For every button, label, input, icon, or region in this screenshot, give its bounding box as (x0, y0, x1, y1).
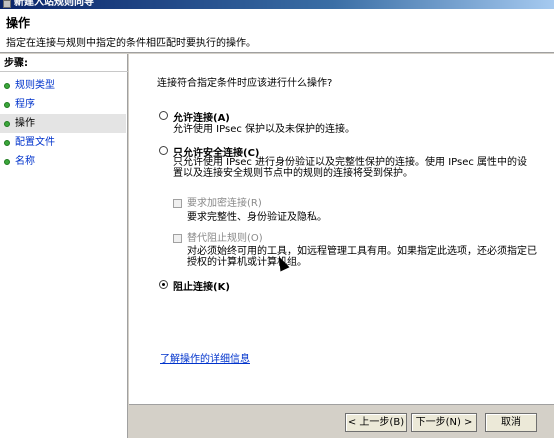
steps-pane: 步骤: 规则类型 程序 操作 配置文件 名称 (0, 54, 128, 438)
require-encryption-label: 要求加密连接(R) (187, 198, 262, 209)
step-label: 规则类型 (15, 80, 55, 91)
button-bar: < 上一步(B) 下一步(N) > 取消 (129, 404, 554, 438)
step-rule-type[interactable]: 规则类型 (0, 76, 126, 95)
step-name[interactable]: 名称 (0, 152, 126, 171)
allow-secure-description-line2: 置以及连接安全规则节点中的规则的连接将受到保护。 (173, 168, 413, 179)
step-program[interactable]: 程序 (0, 95, 126, 114)
block-connection-radio[interactable] (159, 280, 168, 289)
step-profile[interactable]: 配置文件 (0, 133, 126, 152)
main-content: 连接符合指定条件时应该进行什么操作? 允许连接(A) 允许使用 IPsec 保护… (129, 54, 554, 404)
learn-more-link[interactable]: 了解操作的详细信息 (160, 350, 250, 365)
block-connection-label[interactable]: 阻止连接(K) (173, 278, 230, 293)
override-block-description-line1: 对必须始终可用的工具，如远程管理工具有用。如果指定此选项，还必须指定已 (187, 246, 537, 257)
step-label: 名称 (15, 156, 35, 167)
override-block-checkbox[interactable] (173, 234, 182, 243)
cancel-button[interactable]: 取消 (485, 413, 537, 432)
allow-connection-radio[interactable] (159, 111, 168, 120)
back-button[interactable]: < 上一步(B) (345, 413, 407, 432)
wizard-header: 操作 指定在连接与规则中指定的条件相匹配时要执行的操作。 (0, 9, 554, 53)
require-encryption-description: 要求完整性、身份验证及隐私。 (187, 212, 327, 223)
step-bullet-icon (4, 102, 10, 108)
allow-secure-radio[interactable] (159, 146, 168, 155)
step-bullet-icon (4, 140, 10, 146)
steps-heading: 步骤: (0, 56, 128, 72)
action-question: 连接符合指定条件时应该进行什么操作? (157, 78, 333, 89)
step-bullet-icon (4, 159, 10, 165)
title-bar: 新建入站规则向导 (0, 0, 554, 9)
allow-secure-description-line1: 只允许使用 IPsec 进行身份验证以及完整性保护的连接。使用 IPsec 属性… (173, 157, 528, 168)
window-title: 新建入站规则向导 (14, 0, 94, 8)
step-label: 操作 (15, 118, 35, 129)
step-label: 程序 (15, 99, 35, 110)
step-action[interactable]: 操作 (0, 114, 126, 133)
allow-connection-label[interactable]: 允许连接(A) (173, 109, 230, 124)
window-icon (3, 0, 11, 8)
page-title: 操作 (6, 16, 31, 30)
step-bullet-icon (4, 83, 10, 89)
allow-connection-description: 允许使用 IPsec 保护以及未保护的连接。 (173, 124, 356, 135)
require-encryption-checkbox[interactable] (173, 199, 182, 208)
override-block-label: 替代阻止规则(O) (187, 233, 263, 244)
step-label: 配置文件 (15, 137, 55, 148)
next-button[interactable]: 下一步(N) > (411, 413, 477, 432)
page-description: 指定在连接与规则中指定的条件相匹配时要执行的操作。 (6, 38, 256, 49)
step-bullet-icon (4, 121, 10, 127)
